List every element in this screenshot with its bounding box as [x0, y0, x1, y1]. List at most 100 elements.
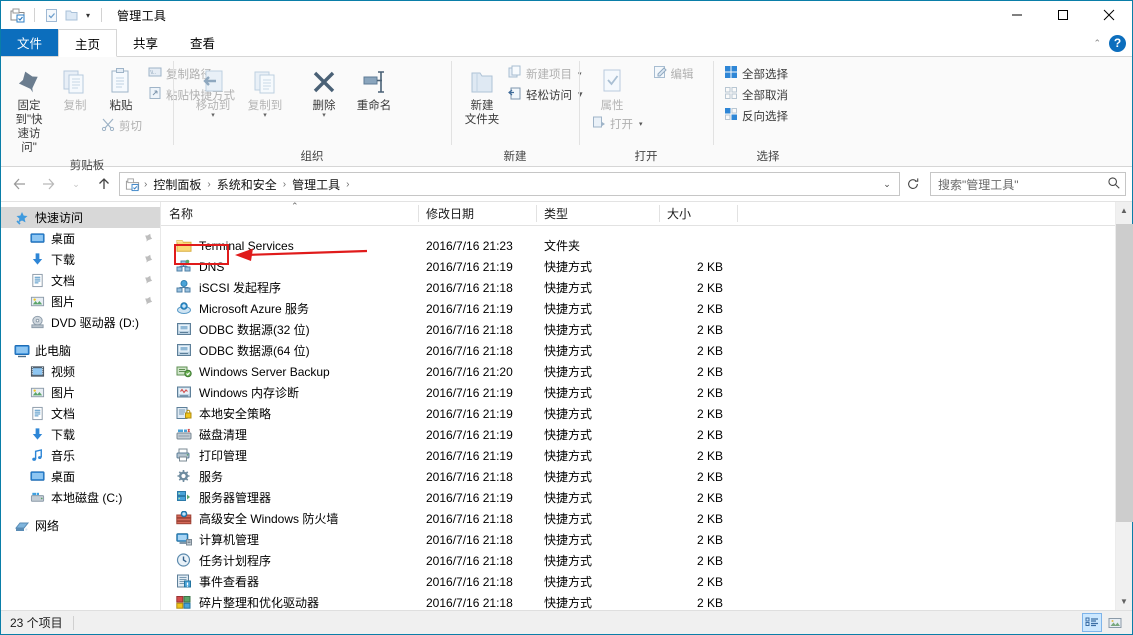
- table-row[interactable]: iSCSI 发起程序 2016/7/16 21:18 快捷方式 2 KB: [161, 277, 1115, 298]
- tab-view[interactable]: 查看: [174, 29, 231, 56]
- paste-button[interactable]: 粘贴: [98, 61, 144, 115]
- column-header-date[interactable]: 修改日期: [418, 202, 536, 225]
- sidebar-item-documents-pc[interactable]: 文档: [1, 403, 160, 424]
- breadcrumb-separator[interactable]: ›: [142, 179, 149, 190]
- chevron-down-icon[interactable]: ▾: [81, 5, 95, 25]
- pin-icon[interactable]: [143, 253, 154, 267]
- file-rows[interactable]: Terminal Services 2016/7/16 21:23 文件夹 DNS 20…: [161, 226, 1115, 610]
- chevron-down-icon[interactable]: ▾: [322, 112, 326, 119]
- table-row[interactable]: 服务器管理器 2016/7/16 21:19 快捷方式 2 KB: [161, 487, 1115, 508]
- recent-locations-icon[interactable]: ⌄: [63, 171, 89, 197]
- file-name-cell[interactable]: ODBC 数据源(32 位): [161, 321, 418, 338]
- file-name-cell[interactable]: Windows 内存诊断: [161, 384, 418, 401]
- search-icon[interactable]: [1107, 176, 1121, 193]
- sidebar-item-quick-access[interactable]: 快速访问: [1, 207, 160, 228]
- file-name-cell[interactable]: 任务计划程序: [161, 552, 418, 569]
- back-arrow-icon[interactable]: [7, 171, 33, 197]
- properties-button[interactable]: 属性: [589, 61, 635, 115]
- table-row[interactable]: 碎片整理和优化驱动器 2016/7/16 21:18 快捷方式 2 KB: [161, 592, 1115, 610]
- open-button[interactable]: 打开 ▾: [589, 113, 646, 134]
- folder-properties-icon[interactable]: [8, 5, 28, 25]
- sidebar-item-network[interactable]: 网络: [1, 515, 160, 536]
- close-button[interactable]: [1086, 1, 1132, 29]
- pin-icon[interactable]: [143, 232, 154, 246]
- file-name-cell[interactable]: DNS: [161, 259, 418, 275]
- table-row[interactable]: Windows Server Backup 2016/7/16 21:20 快捷方式…: [161, 361, 1115, 382]
- file-name-cell[interactable]: Windows Server Backup: [161, 364, 418, 380]
- pin-to-quick-access-button[interactable]: 固定到"快 速访问": [6, 61, 52, 157]
- move-to-button[interactable]: 移动到 ▾: [187, 61, 239, 121]
- file-name-cell[interactable]: 服务器管理器: [161, 489, 418, 506]
- chevron-down-icon[interactable]: ▾: [263, 112, 267, 119]
- chevron-down-icon[interactable]: ▾: [211, 112, 215, 119]
- file-name-cell[interactable]: 服务: [161, 468, 418, 485]
- file-name-cell[interactable]: iSCSI 发起程序: [161, 279, 418, 296]
- file-name-cell[interactable]: Terminal Services: [161, 238, 418, 254]
- sidebar-item-this-pc[interactable]: 此电脑: [1, 340, 160, 361]
- sidebar-item-downloads-pc[interactable]: 下载: [1, 424, 160, 445]
- file-name-cell[interactable]: ODBC 数据源(64 位): [161, 342, 418, 359]
- properties-icon[interactable]: [41, 5, 61, 25]
- sidebar-item-desktop[interactable]: 桌面: [1, 228, 160, 249]
- file-name-cell[interactable]: 本地安全策略: [161, 405, 418, 422]
- sidebar-item-music[interactable]: 音乐: [1, 445, 160, 466]
- details-view-button[interactable]: [1082, 613, 1102, 632]
- table-row[interactable]: Terminal Services 2016/7/16 21:23 文件夹: [161, 235, 1115, 256]
- breadcrumb-item-system-security[interactable]: 系统和安全: [213, 176, 281, 193]
- tab-share[interactable]: 共享: [117, 29, 174, 56]
- easy-access-button[interactable]: 轻松访问 ▾: [505, 84, 586, 105]
- column-header-size[interactable]: 大小: [659, 202, 737, 225]
- invert-selection-button[interactable]: 反向选择: [721, 105, 791, 126]
- new-folder-button[interactable]: 新建 文件夹: [459, 61, 505, 129]
- tab-home[interactable]: 主页: [58, 29, 118, 57]
- file-name-cell[interactable]: 高级安全 Windows 防火墙: [161, 510, 418, 527]
- scroll-down-button[interactable]: ▼: [1116, 593, 1133, 610]
- file-name-cell[interactable]: 计算机管理: [161, 531, 418, 548]
- new-folder-icon[interactable]: [61, 5, 81, 25]
- maximize-button[interactable]: [1040, 1, 1086, 29]
- table-row[interactable]: 打印管理 2016/7/16 21:19 快捷方式 2 KB: [161, 445, 1115, 466]
- scroll-up-button[interactable]: ▲: [1116, 202, 1133, 219]
- sidebar-item-pictures-pc[interactable]: 图片: [1, 382, 160, 403]
- sidebar-item-desktop-pc[interactable]: 桌面: [1, 466, 160, 487]
- edit-button[interactable]: 编辑: [650, 63, 697, 84]
- file-name-cell[interactable]: 碎片整理和优化驱动器: [161, 594, 418, 610]
- table-row[interactable]: ODBC 数据源(32 位) 2016/7/16 21:18 快捷方式 2 KB: [161, 319, 1115, 340]
- table-row[interactable]: 高级安全 Windows 防火墙 2016/7/16 21:18 快捷方式 2 KB: [161, 508, 1115, 529]
- table-row[interactable]: Microsoft Azure 服务 2016/7/16 21:19 快捷方式 2 K…: [161, 298, 1115, 319]
- navigation-pane[interactable]: 快速访问 桌面 下载 文档 图片 DVD 驱动器 (D:) 此电脑 视频 图片 …: [1, 202, 161, 610]
- large-icons-view-button[interactable]: [1105, 613, 1125, 632]
- pin-icon[interactable]: [143, 295, 154, 309]
- file-name-cell[interactable]: Microsoft Azure 服务: [161, 300, 418, 317]
- table-row[interactable]: DNS 2016/7/16 21:19 快捷方式 2 KB: [161, 256, 1115, 277]
- scrollbar-track[interactable]: [1115, 219, 1133, 593]
- rename-button[interactable]: 重命名: [349, 61, 399, 115]
- sidebar-item-local-disk-c[interactable]: 本地磁盘 (C:): [1, 487, 160, 508]
- column-header-name[interactable]: ⌃ 名称: [161, 201, 418, 225]
- breadcrumb-separator[interactable]: ›: [281, 179, 288, 190]
- refresh-icon[interactable]: [902, 172, 924, 196]
- table-row[interactable]: 本地安全策略 2016/7/16 21:19 快捷方式 2 KB: [161, 403, 1115, 424]
- breadcrumb-separator[interactable]: ›: [344, 179, 351, 190]
- breadcrumb-item-control-panel[interactable]: 控制面板: [149, 176, 205, 193]
- forward-arrow-icon[interactable]: [35, 171, 61, 197]
- sidebar-item-videos[interactable]: 视频: [1, 361, 160, 382]
- breadcrumb-separator[interactable]: ›: [205, 179, 212, 190]
- file-name-cell[interactable]: 事件查看器: [161, 573, 418, 590]
- search-input[interactable]: 搜索"管理工具": [930, 172, 1126, 196]
- file-name-cell[interactable]: 磁盘清理: [161, 426, 418, 443]
- sidebar-item-pictures[interactable]: 图片: [1, 291, 160, 312]
- minimize-button[interactable]: [994, 1, 1040, 29]
- table-row[interactable]: 服务 2016/7/16 21:18 快捷方式 2 KB: [161, 466, 1115, 487]
- table-row[interactable]: ODBC 数据源(64 位) 2016/7/16 21:18 快捷方式 2 KB: [161, 340, 1115, 361]
- table-row[interactable]: 计算机管理 2016/7/16 21:18 快捷方式 2 KB: [161, 529, 1115, 550]
- ribbon-collapse-icon[interactable]: ⌃: [1093, 38, 1101, 49]
- table-row[interactable]: 事件查看器 2016/7/16 21:18 快捷方式 2 KB: [161, 571, 1115, 592]
- copy-button[interactable]: 复制: [52, 61, 98, 115]
- up-arrow-icon[interactable]: [91, 171, 117, 197]
- new-item-button[interactable]: 新建项目 ▾: [505, 63, 586, 84]
- table-row[interactable]: Windows 内存诊断 2016/7/16 21:19 快捷方式 2 KB: [161, 382, 1115, 403]
- table-row[interactable]: 任务计划程序 2016/7/16 21:18 快捷方式 2 KB: [161, 550, 1115, 571]
- chevron-down-icon[interactable]: ▾: [639, 120, 643, 128]
- vertical-scrollbar[interactable]: ▲ ▼: [1115, 202, 1133, 610]
